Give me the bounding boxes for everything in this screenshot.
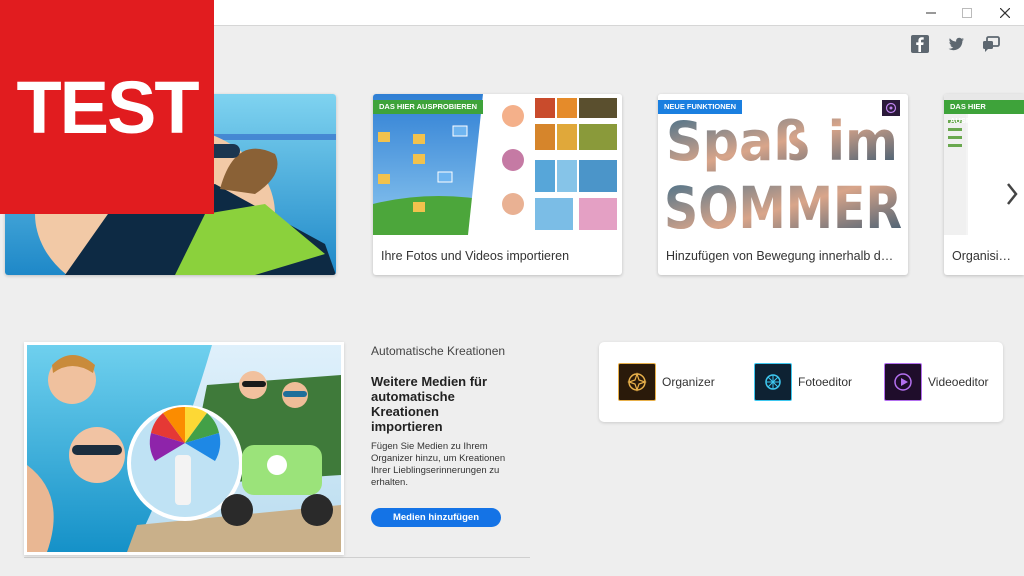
minimize-icon: [926, 12, 936, 14]
feedback-button[interactable]: [981, 34, 1001, 54]
video-editor-label: Videoeditor: [928, 375, 989, 389]
auto-creations-heading: Automatische Kreationen: [371, 344, 506, 358]
card-caption: Organisieren n: [952, 249, 1016, 263]
auto-creations-collage: [24, 342, 344, 555]
close-icon: [1000, 8, 1010, 18]
video-editor-launcher[interactable]: Videoeditor: [884, 363, 989, 401]
carousel-next-button[interactable]: [1000, 168, 1024, 220]
auto-creations-description: Fügen Sie Medien zu Ihrem Organizer hinz…: [371, 441, 506, 488]
card-caption: Hinzufügen von Bewegung innerhalb der T.…: [666, 249, 900, 263]
twitter-button[interactable]: [946, 34, 966, 54]
organizer-label: Organizer: [662, 375, 715, 389]
test-badge: TEST: [0, 0, 214, 214]
apps-panel: Organizer Fotoeditor Videoeditor: [599, 342, 1003, 422]
card-tag: DAS HIER AUSPROBIEREN: [373, 100, 484, 114]
photo-editor-icon: [754, 363, 792, 401]
organizer-icon: [618, 363, 656, 401]
add-media-button[interactable]: Medien hinzufügen: [371, 508, 501, 527]
art-text-line2: SOMMER: [664, 174, 902, 235]
chevron-right-icon: [1007, 183, 1018, 205]
auto-creations-panel: Automatische Kreationen Weitere Medien f…: [24, 342, 530, 558]
card-tag: NEUE FUNKTIONEN: [658, 100, 743, 114]
art-text-line1: Spaß im: [666, 110, 898, 173]
motion-icon: [882, 100, 900, 116]
video-editor-icon: [884, 363, 922, 401]
twitter-icon: [948, 37, 964, 51]
close-button[interactable]: [986, 0, 1024, 26]
photo-editor-label: Fotoeditor: [798, 375, 853, 389]
import-preview: [373, 94, 622, 235]
card-caption: Ihre Fotos und Videos importieren: [381, 249, 570, 263]
photo-editor-launcher[interactable]: Fotoeditor: [754, 363, 852, 401]
minimize-button[interactable]: [912, 0, 950, 26]
maximize-button[interactable]: [948, 0, 986, 26]
test-badge-text: TEST: [16, 65, 199, 149]
carousel-card-2[interactable]: DAS HIER AUSPROBIEREN Ihre Fotos und Vid…: [373, 94, 622, 275]
carousel-card-3[interactable]: Spaß im SOMMER NEUE FUNKTIONEN Hinzufüge…: [658, 94, 908, 275]
summer-preview: Spaß im SOMMER: [658, 94, 908, 235]
auto-creations-title: Weitere Medien für automatische Kreation…: [371, 374, 488, 434]
facebook-icon: [911, 35, 929, 53]
maximize-icon: [962, 8, 972, 18]
feedback-icon: [983, 36, 1000, 52]
organizer-launcher[interactable]: Organizer: [618, 363, 715, 401]
card-tag: DAS HIER AUSPROBIEREN: [944, 100, 1024, 125]
facebook-button[interactable]: [910, 34, 930, 54]
